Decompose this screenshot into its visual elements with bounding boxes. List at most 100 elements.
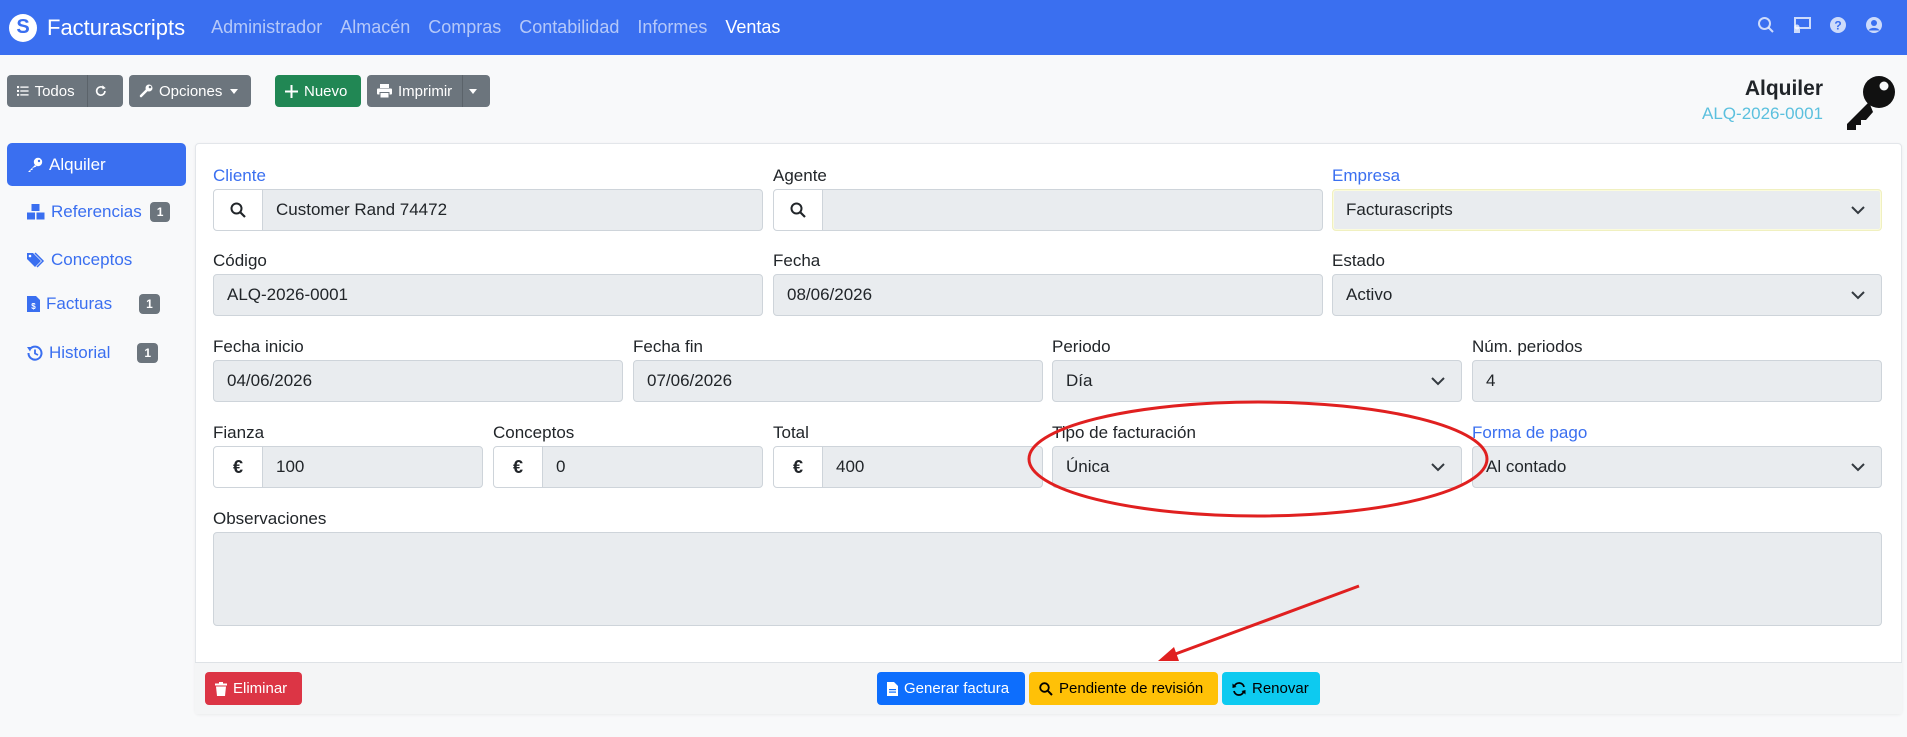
chevron-down-icon bbox=[1851, 463, 1865, 472]
estado-select[interactable]: Activo bbox=[1332, 274, 1882, 316]
fecha-inicio-field[interactable]: 04/06/2026 bbox=[213, 360, 623, 402]
fianza-value: 100 bbox=[276, 457, 305, 476]
forma-pago-select[interactable]: Al contado bbox=[1472, 446, 1882, 488]
forma-pago-label[interactable]: Forma de pago bbox=[1472, 423, 1587, 443]
key-icon bbox=[1841, 72, 1899, 137]
eliminar-button[interactable]: Eliminar bbox=[205, 672, 302, 705]
imprimir-button[interactable]: Imprimir bbox=[367, 75, 490, 107]
fecha-inicio-value: 04/06/2026 bbox=[227, 371, 313, 390]
brand-name: Facturascripts bbox=[47, 14, 186, 40]
list-icon bbox=[17, 86, 29, 96]
opciones-button[interactable]: Opciones bbox=[129, 75, 251, 107]
page-title: Alquiler bbox=[1744, 77, 1823, 100]
nuevo-button[interactable]: Nuevo bbox=[275, 75, 361, 107]
periodo-value: Día bbox=[1066, 371, 1093, 390]
conceptos-field[interactable]: 0 bbox=[542, 446, 763, 488]
estado-value: Activo bbox=[1346, 285, 1393, 304]
conceptos-label: Conceptos bbox=[493, 423, 575, 442]
fecha-value: 08/06/2026 bbox=[787, 285, 873, 304]
num-periodos-label: Núm. periodos bbox=[1472, 337, 1583, 356]
fecha-fin-value: 07/06/2026 bbox=[647, 371, 733, 390]
tipo-facturacion-select[interactable]: Única bbox=[1052, 446, 1462, 488]
agente-field[interactable] bbox=[822, 189, 1323, 231]
empresa-label[interactable]: Empresa bbox=[1332, 166, 1400, 186]
boxes-icon bbox=[27, 203, 45, 219]
tipo-facturacion-value: Única bbox=[1066, 457, 1110, 476]
fecha-label: Fecha bbox=[773, 251, 821, 270]
menu-ventas[interactable]: Ventas bbox=[725, 17, 780, 38]
menu-informes[interactable]: Informes bbox=[637, 17, 707, 38]
tags-icon bbox=[27, 251, 45, 268]
sidebar-item-label: Alquiler bbox=[49, 154, 106, 174]
total-label: Total bbox=[773, 423, 809, 442]
empresa-select[interactable]: Facturascripts bbox=[1332, 189, 1882, 231]
num-periodos-field[interactable]: 4 bbox=[1472, 360, 1882, 402]
chevron-down-icon bbox=[1851, 291, 1865, 300]
user-icon[interactable] bbox=[1863, 14, 1885, 36]
search-icon[interactable] bbox=[1755, 14, 1777, 36]
opciones-label: Opciones bbox=[159, 82, 223, 100]
codigo-value: ALQ-2026-0001 bbox=[227, 285, 348, 304]
nav-icons: ? bbox=[1741, 14, 1885, 36]
history-icon bbox=[27, 345, 43, 361]
fianza-field[interactable]: 100 bbox=[262, 446, 483, 488]
menu-compras[interactable]: Compras bbox=[428, 17, 501, 38]
help-icon[interactable]: ? bbox=[1827, 14, 1849, 36]
menu-administrador[interactable]: Administrador bbox=[211, 17, 322, 38]
sidebar-item-label: Facturas bbox=[46, 293, 113, 313]
count-badge: 1 bbox=[139, 293, 160, 314]
sidebar-item-referencias[interactable]: Referencias 1 bbox=[7, 190, 186, 233]
menu-contabilidad[interactable]: Contabilidad bbox=[519, 17, 619, 38]
search-icon bbox=[1039, 681, 1053, 696]
periodo-select[interactable]: Día bbox=[1052, 360, 1462, 402]
sidebar-item-historial[interactable]: Historial 1 bbox=[7, 331, 186, 374]
document-code: ALQ-2026-0001 bbox=[1702, 104, 1823, 123]
file-icon bbox=[887, 681, 898, 696]
cliente-search-button[interactable] bbox=[213, 189, 263, 231]
total-value: 400 bbox=[836, 457, 865, 476]
cliente-field[interactable]: Customer Rand 74472 bbox=[262, 189, 763, 231]
fecha-fin-label: Fecha fin bbox=[633, 337, 703, 356]
brand[interactable]: S Facturascripts bbox=[9, 13, 186, 42]
euro-icon: € bbox=[512, 456, 523, 477]
codigo-label: Código bbox=[213, 251, 267, 270]
trash-icon bbox=[215, 681, 227, 696]
presentation-icon[interactable] bbox=[1791, 14, 1813, 36]
observaciones-label: Observaciones bbox=[213, 509, 327, 528]
todos-button[interactable]: Todos bbox=[7, 75, 123, 107]
agente-label: Agente bbox=[773, 166, 827, 185]
menu-almacen[interactable]: Almacén bbox=[340, 17, 410, 38]
estado-label: Estado bbox=[1332, 251, 1385, 270]
conceptos-value: 0 bbox=[556, 457, 566, 476]
count-badge: 1 bbox=[149, 201, 171, 222]
key-icon bbox=[28, 157, 43, 172]
renovar-button[interactable]: Renovar bbox=[1222, 672, 1320, 705]
facturascripts-logo-icon: S bbox=[9, 13, 37, 42]
refresh-icon[interactable] bbox=[95, 84, 107, 98]
pendiente-revision-button[interactable]: Pendiente de revisión bbox=[1029, 672, 1218, 705]
euro-addon: € bbox=[213, 446, 263, 488]
main-menu: Administrador Almacén Compras Contabilid… bbox=[211, 17, 798, 38]
euro-icon: € bbox=[232, 456, 243, 477]
sidebar-item-facturas[interactable]: $ Facturas 1 bbox=[7, 282, 186, 325]
cliente-label[interactable]: Cliente bbox=[213, 166, 266, 186]
fecha-fin-field[interactable]: 07/06/2026 bbox=[633, 360, 1043, 402]
agente-search-button[interactable] bbox=[773, 189, 823, 231]
chevron-down-icon bbox=[1851, 206, 1865, 215]
observaciones-textarea[interactable] bbox=[213, 532, 1882, 626]
generar-factura-button[interactable]: Generar factura bbox=[877, 672, 1025, 705]
count-badge: 1 bbox=[137, 342, 159, 363]
wrench-icon bbox=[139, 84, 153, 98]
chevron-down-icon[interactable] bbox=[469, 88, 478, 94]
total-field[interactable]: 400 bbox=[822, 446, 1043, 488]
fecha-field[interactable]: 08/06/2026 bbox=[773, 274, 1323, 316]
euro-addon: € bbox=[493, 446, 543, 488]
divider bbox=[462, 75, 464, 107]
euro-addon: € bbox=[773, 446, 823, 488]
sidebar-item-conceptos[interactable]: Conceptos bbox=[7, 238, 186, 281]
forma-pago-value: Al contado bbox=[1486, 457, 1567, 476]
sidebar-item-label: Conceptos bbox=[51, 249, 133, 269]
eliminar-label: Eliminar bbox=[233, 680, 288, 697]
sidebar-item-alquiler[interactable]: Alquiler bbox=[7, 143, 186, 186]
codigo-field[interactable]: ALQ-2026-0001 bbox=[213, 274, 763, 316]
